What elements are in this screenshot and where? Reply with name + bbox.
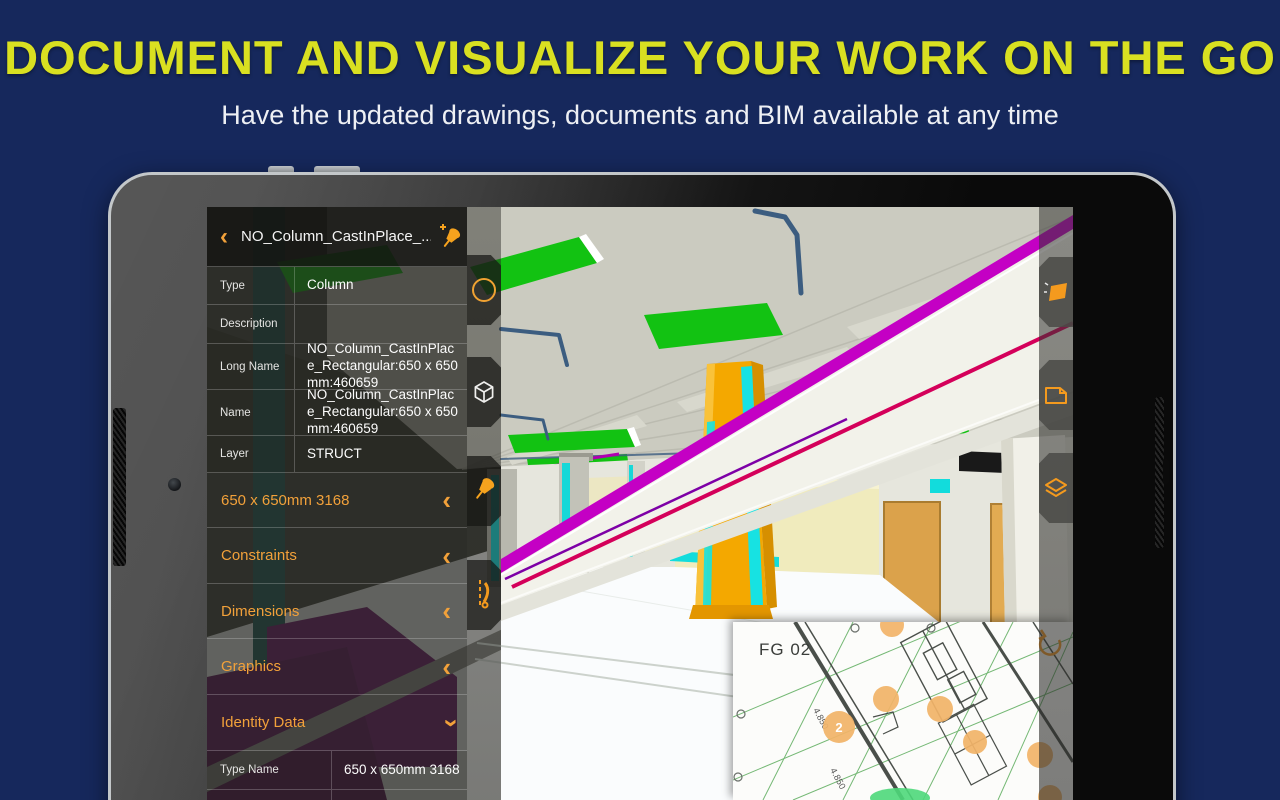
chevron-expanded-icon: ‹ xyxy=(433,718,464,727)
markup-button[interactable] xyxy=(1039,257,1073,327)
section-650x650[interactable]: 650 x 650mm 3168 ‹ xyxy=(207,473,467,528)
back-icon[interactable]: ‹ xyxy=(207,212,241,262)
pin-add-icon xyxy=(440,223,461,247)
property-value xyxy=(295,305,467,343)
pushpin-button[interactable] xyxy=(467,456,501,526)
document-icon xyxy=(1045,387,1067,404)
plan-green-zone xyxy=(870,788,930,800)
circle-select-button[interactable] xyxy=(467,255,501,325)
panel-title-bar: ‹ NO_Column_CastInPlace_... xyxy=(207,207,467,267)
property-value: Workset1 xyxy=(332,790,467,800)
property-label: Type xyxy=(207,267,295,304)
property-value: Column xyxy=(307,277,354,293)
documents-button[interactable] xyxy=(1039,360,1073,430)
chevron-collapsed-icon: ‹ xyxy=(442,651,451,682)
chevron-collapsed-icon: ‹ xyxy=(442,596,451,626)
right-toolbar xyxy=(1039,207,1073,800)
properties-panel: ‹ NO_Column_CastInPlace_... Type Column … xyxy=(207,207,467,800)
property-value: NO_Column_CastInPlace_Rectangular:650 x … xyxy=(307,341,458,390)
property-row-type[interactable]: Type Column xyxy=(207,267,467,305)
markup-icon xyxy=(1044,282,1067,301)
property-row-name[interactable]: Name NO_Column_CastInPlace_Rectangular:6… xyxy=(207,387,467,436)
chevron-collapsed-icon: ‹ xyxy=(442,540,451,571)
sheet-label: FG 02 xyxy=(759,640,812,659)
property-value: NO_Column_CastInPlace_Rectangular:650 x … xyxy=(307,387,458,436)
tablet-camera xyxy=(168,478,181,491)
section-graphics[interactable]: Graphics ‹ xyxy=(207,639,467,695)
property-label: Description xyxy=(207,305,295,343)
property-row-long-name[interactable]: Long Name NO_Column_CastInPlace_Rectangu… xyxy=(207,341,467,390)
cube-view-button[interactable] xyxy=(467,357,501,427)
tablet-side-button xyxy=(1163,459,1169,484)
layers-icon xyxy=(1045,478,1067,497)
layers-button[interactable] xyxy=(1039,453,1073,523)
panel-title: NO_Column_CastInPlace_... xyxy=(241,228,431,245)
app-screen: 4.850 4.850 2 FG 02 ‹ NO_Column_CastInPl… xyxy=(207,207,1073,800)
section-cut-icon xyxy=(479,580,490,609)
property-label: Long Name xyxy=(207,344,295,389)
property-row-type-name[interactable]: Type Name 650 x 650mm 3168 xyxy=(207,751,467,790)
property-row-workset[interactable]: Workset Workset1 xyxy=(207,790,467,800)
property-value: 650 x 650mm 3168 xyxy=(344,761,460,777)
left-toolbar xyxy=(467,207,501,800)
property-label: Workset xyxy=(207,790,332,800)
cube-icon xyxy=(474,381,494,403)
tablet-left-grip xyxy=(113,408,126,566)
section-dimensions[interactable]: Dimensions ‹ xyxy=(207,584,467,639)
property-label: Name xyxy=(207,390,295,435)
banner-subtitle: Have the updated drawings, documents and… xyxy=(221,100,1059,130)
banner-title: DOCUMENT AND VISUALIZE YOUR WORK ON THE … xyxy=(4,31,1276,84)
property-row-layer[interactable]: Layer STRUCT xyxy=(207,436,467,473)
chevron-collapsed-icon: ‹ xyxy=(442,485,451,515)
plan-inset[interactable]: 4.850 4.850 2 FG 02 xyxy=(733,622,1073,800)
pin-add-button[interactable] xyxy=(431,222,467,252)
pushpin-icon xyxy=(476,478,495,499)
circle-icon xyxy=(472,278,496,302)
property-row-description[interactable]: Description xyxy=(207,305,467,344)
section-identity-data[interactable]: Identity Data ‹ xyxy=(207,695,467,751)
marker-number: 2 xyxy=(835,720,842,735)
tablet-device: 4.850 4.850 2 FG 02 ‹ NO_Column_CastInPl… xyxy=(108,172,1176,800)
section-constraints[interactable]: Constraints ‹ xyxy=(207,528,467,584)
section-cut-button[interactable] xyxy=(467,560,501,630)
promo-banner: DOCUMENT AND VISUALIZE YOUR WORK ON THE … xyxy=(0,0,1280,800)
property-label: Layer xyxy=(207,436,295,472)
property-value: STRUCT xyxy=(307,445,362,461)
property-label: Type Name xyxy=(207,751,332,789)
